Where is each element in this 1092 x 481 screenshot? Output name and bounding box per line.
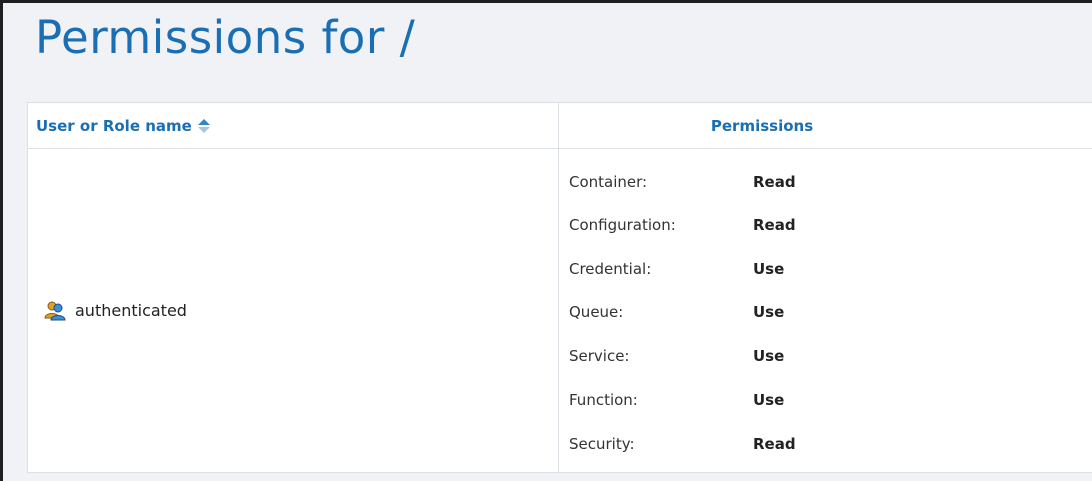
user-group-icon: [44, 301, 66, 321]
column-header-permissions: Permissions: [559, 103, 1092, 148]
page-title: Permissions for /: [35, 11, 416, 64]
permission-value: Use: [753, 391, 785, 409]
permission-value: Use: [753, 260, 785, 278]
permission-label: Container:: [569, 173, 648, 191]
column-header-user-label: User or Role name: [36, 116, 192, 135]
permission-label: Configuration:: [569, 216, 676, 234]
permission-row-service: Service: Use: [569, 341, 784, 371]
window-frame: Permissions for / User or Role name Perm…: [0, 0, 1092, 481]
permission-value: Use: [753, 347, 785, 365]
permission-value: Use: [753, 303, 785, 321]
table-row-permissions-cell: Container: Read Configuration: Read Cred…: [559, 149, 1092, 472]
user-name: authenticated: [75, 301, 187, 320]
permission-label: Credential:: [569, 260, 652, 278]
permission-label: Security:: [569, 435, 635, 453]
permission-value: Read: [753, 435, 796, 453]
table-body: authenticated Container: Read Configurat…: [28, 149, 1092, 472]
sort-ascending-icon[interactable]: [197, 118, 210, 134]
permissions-table: User or Role name Permissions authentica…: [27, 102, 1092, 473]
permission-row-credential: Credential: Use: [569, 254, 784, 284]
table-row-user-cell[interactable]: authenticated: [28, 149, 559, 472]
permission-row-configuration: Configuration: Read: [569, 210, 796, 240]
permission-value: Read: [753, 173, 796, 191]
permission-label: Function:: [569, 391, 638, 409]
table-header: User or Role name Permissions: [28, 103, 1092, 149]
permission-row-security: Security: Read: [569, 429, 796, 459]
permission-label: Service:: [569, 347, 630, 365]
column-header-permissions-label: Permissions: [710, 116, 814, 135]
permission-row-function: Function: Use: [569, 385, 784, 415]
permission-row-container: Container: Read: [569, 167, 796, 197]
column-header-user-or-role[interactable]: User or Role name: [28, 103, 559, 148]
permission-label: Queue:: [569, 303, 624, 321]
permission-row-queue: Queue: Use: [569, 297, 784, 327]
permission-value: Read: [753, 216, 796, 234]
